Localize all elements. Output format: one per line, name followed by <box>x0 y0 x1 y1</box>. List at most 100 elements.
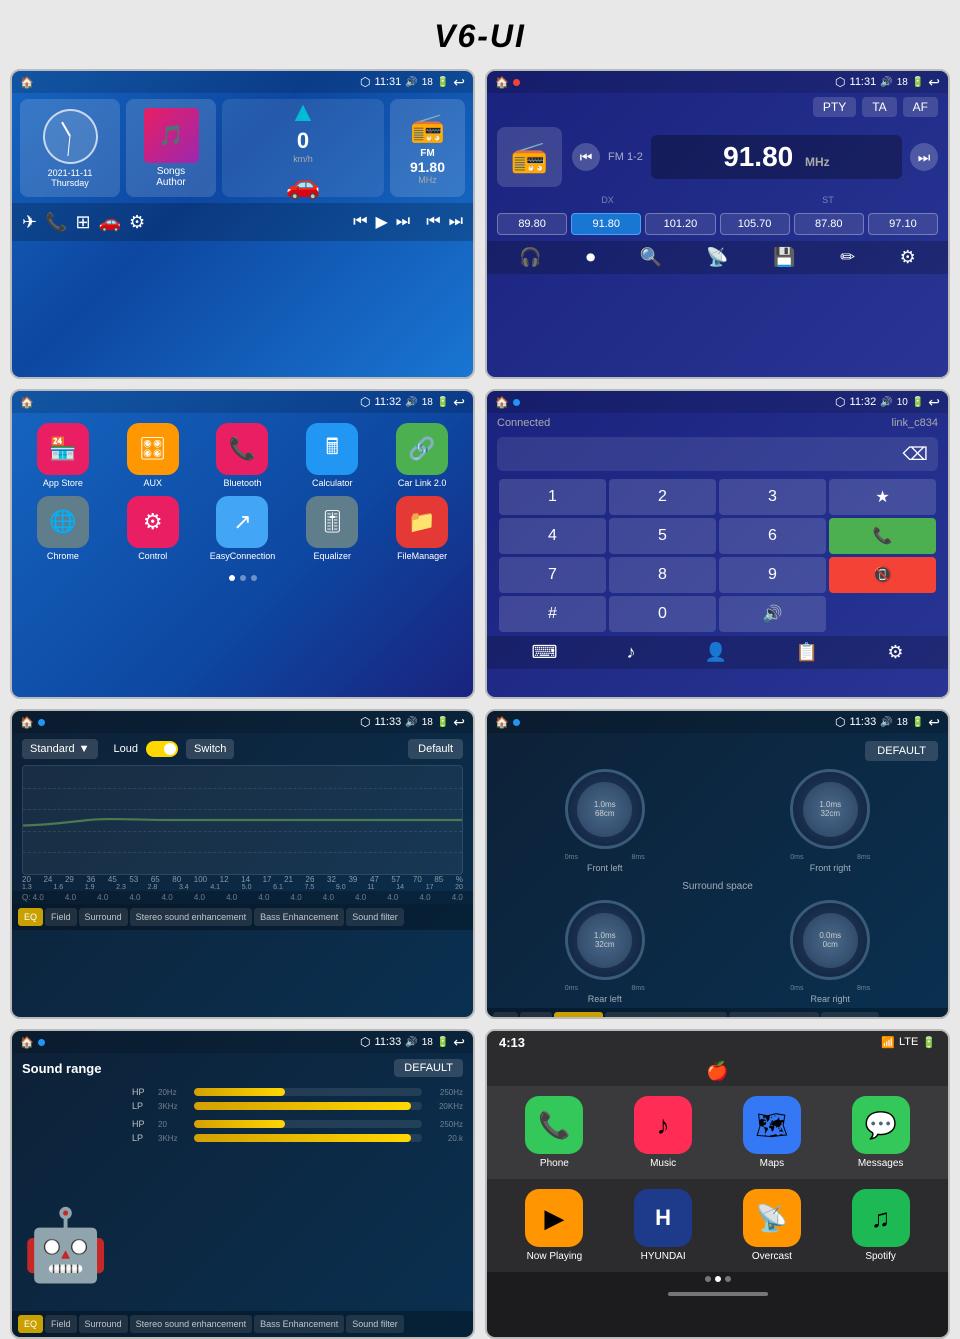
apps-icon[interactable]: ⊞ <box>76 212 91 233</box>
volume-btn[interactable]: 🔊 <box>719 596 826 632</box>
call-btn[interactable]: 📞 <box>829 518 936 554</box>
fm-prev[interactable]: ⏮ <box>426 213 440 231</box>
ta-btn[interactable]: TA <box>862 97 896 117</box>
carplay-app-spotify[interactable]: ♫ Spotify <box>829 1189 932 1262</box>
fm-next-freq[interactable]: ⏭ <box>910 143 938 171</box>
surround-back-icon[interactable]: ↩ <box>928 714 940 731</box>
carplay-app-nowplaying[interactable]: ▶ Now Playing <box>503 1189 606 1262</box>
surround-default-btn[interactable]: DEFAULT <box>865 741 938 761</box>
num-star[interactable]: ★ <box>829 479 936 515</box>
tab-surround[interactable]: Surround <box>79 908 128 926</box>
sound-tab-bass[interactable]: Bass Enhancement <box>254 1315 344 1333</box>
app-calculator[interactable]: 🖩 Calculator <box>291 423 373 488</box>
pty-btn[interactable]: PTY <box>813 97 856 117</box>
app-control[interactable]: ⚙ Control <box>112 496 194 561</box>
settings-icon[interactable]: ⚙ <box>129 212 145 233</box>
num-4[interactable]: 4 <box>499 518 606 554</box>
preset-87[interactable]: 87.80 <box>794 213 864 235</box>
next-btn[interactable]: ⏭ <box>396 213 410 231</box>
sound-tab-filter[interactable]: Sound filter <box>346 1315 404 1333</box>
hp2-slider[interactable] <box>194 1120 422 1128</box>
fm-edit-icon[interactable]: ✏ <box>840 247 855 268</box>
carplay-app-messages[interactable]: 💬 Messages <box>829 1096 932 1169</box>
carplay-app-overcast[interactable]: 📡 Overcast <box>721 1189 824 1262</box>
app-chrome[interactable]: 🌐 Chrome <box>22 496 104 561</box>
tab-settings[interactable]: ⚙ <box>887 642 903 663</box>
preset-105[interactable]: 105.70 <box>720 213 790 235</box>
num-hash[interactable]: # <box>499 596 606 632</box>
app-carlink[interactable]: 🔗 Car Link 2.0 <box>381 423 463 488</box>
app-easyconnection[interactable]: ↗ EasyConnection <box>202 496 284 561</box>
surround-tab-bass[interactable]: Bass Enhancement <box>729 1012 819 1019</box>
nav-icon[interactable]: ✈ <box>22 212 37 233</box>
carplay-app-maps[interactable]: 🗺 Maps <box>721 1096 824 1169</box>
end-btn[interactable]: 📵 <box>829 557 936 593</box>
hp1-slider[interactable] <box>194 1088 422 1096</box>
fm-back-icon[interactable]: ↩ <box>928 74 940 91</box>
tab-contacts[interactable]: 👤 <box>704 642 726 663</box>
sound-tab-stereo[interactable]: Stereo sound enhancement <box>130 1315 253 1333</box>
surround-tab-surround[interactable]: Surround <box>554 1012 603 1019</box>
lp1-slider[interactable] <box>194 1102 422 1110</box>
app-bluetooth[interactable]: 📞 Bluetooth <box>202 423 284 488</box>
surround-tab-stereo[interactable]: Stereo sound enhancement <box>605 1012 728 1019</box>
car-icon[interactable]: 🚗 <box>99 212 121 233</box>
app-aux[interactable]: 🎛 AUX <box>112 423 194 488</box>
num-7[interactable]: 7 <box>499 557 606 593</box>
fm-widget[interactable]: 📻 FM 91.80 MHz <box>390 99 465 197</box>
eq-switch-btn[interactable]: Switch <box>186 739 234 759</box>
num-5[interactable]: 5 <box>609 518 716 554</box>
sound-tab-surround[interactable]: Surround <box>79 1315 128 1333</box>
fm-prev-freq[interactable]: ⏮ <box>572 143 600 171</box>
tab-filter[interactable]: Sound filter <box>346 908 404 926</box>
sound-tab-eq[interactable]: EQ <box>18 1315 43 1333</box>
sound-back-icon[interactable]: ↩ <box>453 1034 465 1051</box>
eq-default-btn[interactable]: Default <box>408 739 463 759</box>
num-3[interactable]: 3 <box>719 479 826 515</box>
preset-97[interactable]: 97.10 <box>868 213 938 235</box>
sound-default-btn[interactable]: DEFAULT <box>394 1059 463 1077</box>
play-btn[interactable]: ▶ <box>375 212 387 232</box>
apps-back-icon[interactable]: ↩ <box>453 394 465 411</box>
surround-tab-eq[interactable]: EQ <box>493 1012 518 1019</box>
tab-dialpad[interactable]: ⌨ <box>532 642 558 663</box>
sound-tab-field[interactable]: Field <box>45 1315 77 1333</box>
preset-91[interactable]: 91.80 <box>571 213 641 235</box>
music-widget[interactable]: 🎵 Songs Author <box>126 99 216 197</box>
knob-fr-ring[interactable]: 1.0ms32cm <box>790 769 870 849</box>
fm-search-icon[interactable]: 🔍 <box>640 247 662 268</box>
carplay-app-music[interactable]: ♪ Music <box>612 1096 715 1169</box>
lp2-slider[interactable] <box>194 1134 422 1142</box>
eq-preset-selector[interactable]: Standard ▼ <box>22 739 98 759</box>
fm-headphone-icon[interactable]: 🎧 <box>519 247 541 268</box>
tab-field[interactable]: Field <box>45 908 77 926</box>
tab-stereo[interactable]: Stereo sound enhancement <box>130 908 253 926</box>
num-8[interactable]: 8 <box>609 557 716 593</box>
phone-icon[interactable]: 📞 <box>45 212 67 233</box>
preset-89[interactable]: 89.80 <box>497 213 567 235</box>
knob-rl-ring[interactable]: 1.0ms32cm <box>565 900 645 980</box>
tab-bass[interactable]: Bass Enhancement <box>254 908 344 926</box>
prev-btn[interactable]: ⏮ <box>353 213 367 231</box>
eq-back-icon[interactable]: ↩ <box>453 714 465 731</box>
af-btn[interactable]: AF <box>903 97 938 117</box>
tab-music[interactable]: ♪ <box>626 642 635 663</box>
num-9[interactable]: 9 <box>719 557 826 593</box>
app-appstore[interactable]: 🏪 App Store <box>22 423 104 488</box>
fm-settings-icon[interactable]: ⚙ <box>900 247 916 268</box>
carplay-app-phone[interactable]: 📞 Phone <box>503 1096 606 1169</box>
carplay-app-hyundai[interactable]: H HYUNDAI <box>612 1189 715 1262</box>
tab-eq[interactable]: EQ <box>18 908 43 926</box>
fm-toggle-icon[interactable]: ⏺ <box>586 247 595 268</box>
num-6[interactable]: 6 <box>719 518 826 554</box>
backspace-btn[interactable]: ⌫ <box>903 444 928 465</box>
eq-loud-toggle[interactable] <box>146 741 178 757</box>
surround-tab-filter[interactable]: Sound filter <box>821 1012 879 1019</box>
num-0[interactable]: 0 <box>609 596 716 632</box>
back-icon[interactable]: ↩ <box>453 74 465 91</box>
phone-back-icon[interactable]: ↩ <box>928 394 940 411</box>
surround-tab-field[interactable]: Field <box>520 1012 552 1019</box>
app-filemanager[interactable]: 📁 FileManager <box>381 496 463 561</box>
num-1[interactable]: 1 <box>499 479 606 515</box>
tab-recent[interactable]: 📋 <box>796 642 818 663</box>
